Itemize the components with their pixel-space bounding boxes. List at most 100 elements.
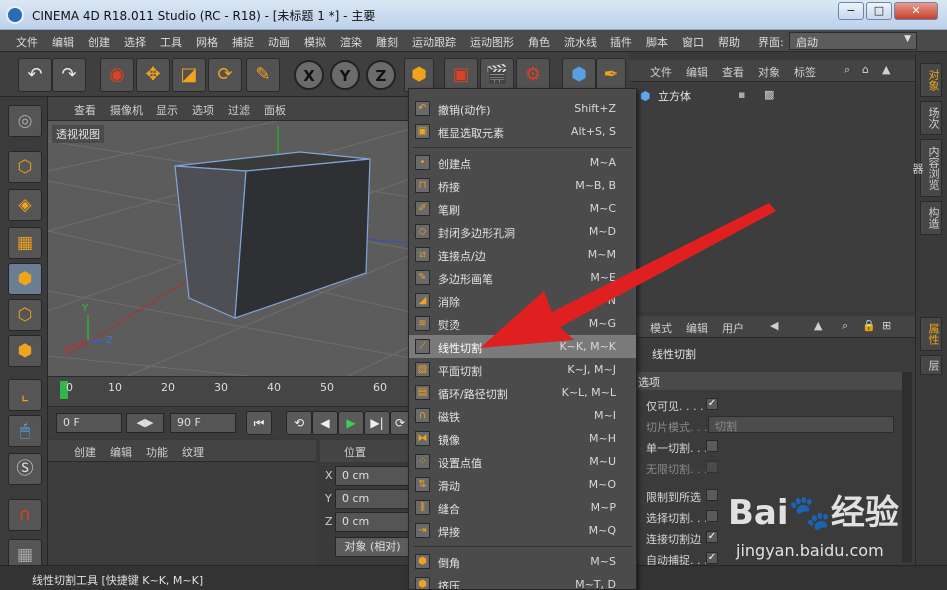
menu-item-stitch[interactable]: ⫼ 缝合 M~P: [409, 496, 636, 519]
tab-structure[interactable]: 构造: [920, 201, 942, 235]
menu-item-mirror[interactable]: ⧓ 镜像 M~H: [409, 427, 636, 450]
undo-icon[interactable]: ↶: [18, 58, 52, 92]
model-mode-icon[interactable]: ⬡: [8, 151, 42, 183]
tab-objects[interactable]: 对象: [920, 63, 942, 97]
current-frame-field[interactable]: 0 F: [56, 413, 122, 433]
home-icon[interactable]: ⌂: [862, 63, 869, 76]
om-menu-file[interactable]: 文件: [650, 64, 672, 80]
frame-stepper[interactable]: ◀▶: [126, 413, 164, 433]
menu-item-frame-selected[interactable]: ▣ 框显选取元素 Alt+S, S: [409, 120, 636, 143]
layout-dropdown[interactable]: 启动 ▼: [789, 32, 917, 50]
snap-icon[interactable]: Ⓢ: [8, 453, 42, 485]
render-picture-viewer-icon[interactable]: 🎬: [480, 58, 514, 92]
material-menu-function[interactable]: 功能: [146, 444, 168, 460]
menu-item-line-cut[interactable]: ⟋ 线性切割 K~K, M~K: [409, 335, 636, 358]
rotate-icon[interactable]: ⟳: [208, 58, 242, 92]
om-menu-edit[interactable]: 编辑: [686, 64, 708, 80]
redo-icon[interactable]: ↷: [52, 58, 86, 92]
tweak-mode-icon[interactable]: 🖱: [8, 415, 42, 447]
workplane-icon[interactable]: ▦: [8, 227, 42, 259]
visible-only-checkbox[interactable]: ✓: [706, 398, 718, 410]
close-button[interactable]: ✕: [894, 2, 938, 20]
menu-mesh[interactable]: 网格: [196, 34, 218, 50]
om-menu-tags[interactable]: 标签: [794, 64, 816, 80]
menu-item-set-point-value[interactable]: ⁘ 设置点值 M~U: [409, 450, 636, 473]
menu-snap[interactable]: 捕捉: [232, 34, 254, 50]
up-arrow-icon[interactable]: ▲: [882, 63, 890, 76]
play-icon[interactable]: ▶: [338, 411, 364, 435]
material-manager-area[interactable]: [48, 462, 316, 564]
move-icon[interactable]: ✥: [136, 58, 170, 92]
search-icon[interactable]: ⌕: [842, 319, 848, 333]
restrict-selection-checkbox[interactable]: [706, 489, 718, 501]
tab-takes[interactable]: 场次: [920, 101, 942, 135]
material-menu-create[interactable]: 创建: [74, 444, 96, 460]
menu-simulate[interactable]: 模拟: [304, 34, 326, 50]
texture-mode-icon[interactable]: ◈: [8, 189, 42, 221]
end-frame-field[interactable]: 90 F: [170, 413, 236, 433]
back-arrow-icon[interactable]: ◀: [770, 319, 778, 332]
infinite-cut-checkbox[interactable]: [706, 461, 718, 473]
lock-icon[interactable]: 🔒: [862, 319, 876, 332]
menu-motion-tracking[interactable]: 运动跟踪: [412, 34, 456, 50]
edges-mode-icon[interactable]: ⬡: [8, 299, 42, 331]
go-to-start-icon[interactable]: ⏮: [246, 411, 272, 435]
polygons-mode-icon[interactable]: ⬢: [8, 335, 42, 367]
menu-item-polygon-pen[interactable]: ✎ 多边形画笔 M~E: [409, 266, 636, 289]
points-mode-icon[interactable]: ⬢: [8, 263, 42, 295]
search-icon[interactable]: ⌕: [844, 63, 850, 77]
tab-layers[interactable]: 层: [920, 355, 942, 375]
maximize-button[interactable]: □: [866, 2, 892, 20]
up-arrow-icon[interactable]: ▲: [814, 319, 822, 332]
z-axis-lock-button[interactable]: Z: [366, 60, 396, 90]
live-selection-icon[interactable]: ◉: [100, 58, 134, 92]
cube-object[interactable]: [174, 151, 371, 319]
magnet-icon[interactable]: ∩: [8, 499, 42, 531]
menu-file[interactable]: 文件: [16, 34, 38, 50]
om-menu-object[interactable]: 对象: [758, 64, 780, 80]
axis-mode-icon[interactable]: ⌞: [8, 379, 42, 411]
menu-select[interactable]: 选择: [124, 34, 146, 50]
tab-content-browser[interactable]: 内容浏览器: [911, 139, 942, 197]
menu-mograph[interactable]: 运动图形: [470, 34, 514, 50]
menu-item-bridge[interactable]: ⊓ 桥接 M~B, B: [409, 174, 636, 197]
viewport-menu-options[interactable]: 选项: [192, 102, 214, 118]
select-cuts-checkbox[interactable]: [706, 510, 718, 522]
menu-create[interactable]: 创建: [88, 34, 110, 50]
am-menu-mode[interactable]: 模式: [650, 320, 672, 336]
coordinate-system-icon[interactable]: ⬢: [404, 58, 434, 92]
menu-window[interactable]: 窗口: [682, 34, 704, 50]
menu-item-bevel[interactable]: ⬢ 倒角 M~S: [409, 550, 636, 573]
menu-animate[interactable]: 动画: [268, 34, 290, 50]
menu-tools[interactable]: 工具: [160, 34, 182, 50]
object-row-cube[interactable]: ⬢ 立方体: [640, 88, 740, 106]
position-x-field[interactable]: 0 cm: [335, 466, 410, 486]
menu-item-create-point[interactable]: • 创建点 M~A: [409, 151, 636, 174]
position-y-field[interactable]: 0 cm: [335, 489, 410, 509]
previous-key-icon[interactable]: ⟲: [286, 411, 312, 435]
menu-item-close-polygon-hole[interactable]: ◇ 封闭多边形孔洞 M~D: [409, 220, 636, 243]
menu-item-undo[interactable]: ↶ 撤销(动作) Shift+Z: [409, 97, 636, 120]
single-cut-checkbox[interactable]: [706, 440, 718, 452]
menu-item-weld[interactable]: ⇥ 焊接 M~Q: [409, 519, 636, 542]
menu-item-magnet[interactable]: ∩ 磁铁 M~I: [409, 404, 636, 427]
minimize-button[interactable]: −: [838, 2, 864, 20]
menu-help[interactable]: 帮助: [718, 34, 740, 50]
viewport-menu-camera[interactable]: 摄像机: [110, 102, 143, 118]
previous-frame-icon[interactable]: ◀: [312, 411, 338, 435]
position-z-field[interactable]: 0 cm: [335, 512, 410, 532]
visibility-toggle-icon[interactable]: ▪: [738, 88, 745, 101]
connect-edges-checkbox[interactable]: ✓: [706, 531, 718, 543]
viewport-menu-filter[interactable]: 过滤: [228, 102, 250, 118]
menu-render[interactable]: 渲染: [340, 34, 362, 50]
next-key-icon[interactable]: ⟳: [390, 411, 410, 435]
menu-sculpt[interactable]: 雕刻: [376, 34, 398, 50]
next-frame-icon[interactable]: ▶|: [364, 411, 390, 435]
slice-mode-dropdown[interactable]: 切割: [708, 416, 894, 433]
am-menu-user[interactable]: 用户: [722, 320, 744, 336]
menu-plugins[interactable]: 插件: [610, 34, 632, 50]
menu-script[interactable]: 脚本: [646, 34, 668, 50]
viewport-menu-display[interactable]: 显示: [156, 102, 178, 118]
tab-attributes[interactable]: 属性: [920, 317, 942, 351]
menu-item-brush[interactable]: ✐ 笔刷 M~C: [409, 197, 636, 220]
